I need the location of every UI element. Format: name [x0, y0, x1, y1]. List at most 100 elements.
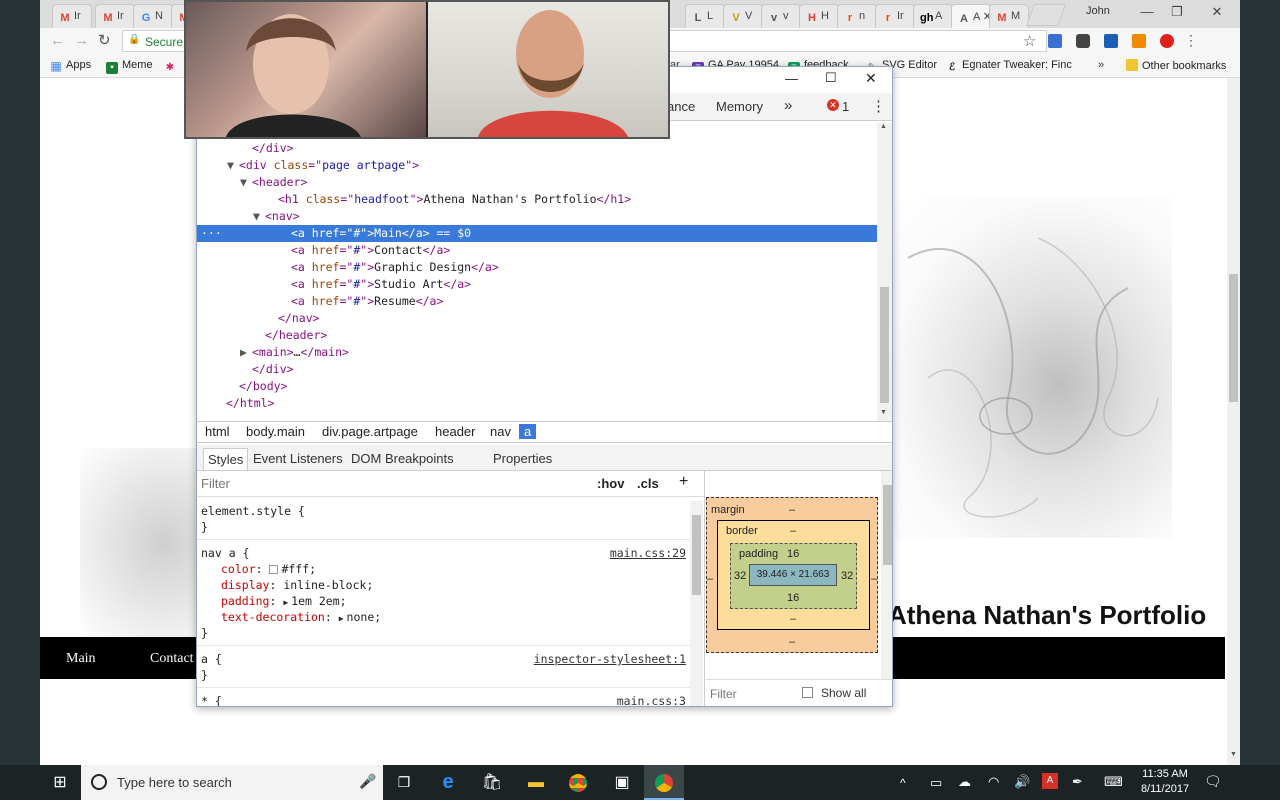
- scrollbar-thumb[interactable]: [1229, 274, 1238, 402]
- rule-selector[interactable]: a {: [201, 651, 222, 667]
- computed-filter-input[interactable]: [710, 687, 790, 701]
- devtools-menu-icon[interactable]: ⋮: [871, 97, 886, 115]
- dom-node[interactable]: ▶ <main>…</main>: [197, 344, 877, 361]
- padding-right-value[interactable]: 32: [841, 570, 853, 582]
- pocket-icon[interactable]: [1076, 34, 1090, 48]
- dom-node[interactable]: <a href="#">Studio Art</a>: [197, 276, 877, 293]
- border-bottom-value[interactable]: –: [790, 613, 796, 625]
- video-call-overlay[interactable]: [184, 0, 670, 139]
- box-padding[interactable]: padding 16 32 32 16 39.446 × 21.663: [730, 543, 857, 609]
- margin-top-value[interactable]: –: [789, 504, 795, 516]
- notifications-icon[interactable]: 🗨: [1204, 773, 1222, 790]
- analytics-icon[interactable]: [1132, 34, 1146, 48]
- tab-8[interactable]: rn: [837, 4, 877, 28]
- error-icon[interactable]: ✕: [827, 99, 839, 111]
- node-actions-icon[interactable]: ···: [201, 225, 222, 242]
- rule-selector[interactable]: * {: [201, 693, 222, 706]
- page-scrollbar[interactable]: ▼: [1227, 78, 1240, 765]
- dom-node[interactable]: </header>: [197, 327, 877, 344]
- minimize-icon[interactable]: —: [785, 71, 798, 86]
- dom-node[interactable]: ▼ <div class="page artpage">: [197, 157, 877, 174]
- error-count[interactable]: 1: [842, 99, 849, 114]
- dom-node[interactable]: </html>: [197, 395, 877, 412]
- forward-icon[interactable]: →: [74, 32, 89, 49]
- style-property[interactable]: color: #fff;: [221, 561, 316, 577]
- tab-2[interactable]: GN: [133, 4, 173, 28]
- taskbar-search[interactable]: Type here to search 🎤: [81, 765, 383, 800]
- restore-icon[interactable]: ❐: [1162, 4, 1192, 20]
- dom-node-selected[interactable]: ··· <a href="#">Main</a> == $0: [197, 225, 877, 242]
- scrollbar-thumb[interactable]: [883, 485, 892, 565]
- expand-toggle-icon[interactable]: ▼: [253, 208, 265, 225]
- task-view-icon[interactable]: ❐: [384, 765, 424, 800]
- dom-node[interactable]: <a href="#">Contact</a>: [197, 242, 877, 259]
- dom-node[interactable]: ▼ <header>: [197, 174, 877, 191]
- elements-scrollbar[interactable]: ▲ ▼: [877, 123, 892, 421]
- styles-scrollbar[interactable]: [690, 501, 703, 706]
- pen-icon[interactable]: ✒: [1072, 774, 1083, 790]
- expand-shorthand-icon[interactable]: ▶: [283, 598, 288, 607]
- opera-icon[interactable]: [1160, 34, 1174, 48]
- dom-node[interactable]: </div>: [197, 361, 877, 378]
- scroll-down-icon[interactable]: ▼: [880, 409, 887, 416]
- tab-properties[interactable]: Properties: [493, 451, 552, 466]
- tab-event-listeners[interactable]: Event Listeners: [253, 451, 343, 466]
- property-value[interactable]: inline-block;: [283, 578, 373, 592]
- hov-toggle[interactable]: :hov: [597, 476, 624, 491]
- dom-node[interactable]: <a href="#">Resume</a>: [197, 293, 877, 310]
- edge-icon[interactable]: e: [428, 765, 468, 800]
- tab-12[interactable]: MM: [989, 4, 1029, 28]
- dom-node[interactable]: ▼ <nav>: [197, 208, 877, 225]
- maximize-icon[interactable]: ☐: [825, 70, 837, 86]
- property-value[interactable]: 1em 2em;: [291, 594, 346, 608]
- padding-left-value[interactable]: 32: [734, 570, 746, 582]
- scrollbar-thumb[interactable]: [692, 515, 701, 595]
- property-value[interactable]: #fff;: [281, 562, 316, 576]
- padding-bottom-value[interactable]: 16: [787, 592, 799, 604]
- participant-video-1[interactable]: [186, 2, 426, 137]
- box-border[interactable]: border – – padding 16 32 32 16 39.446 × …: [717, 520, 870, 630]
- property-name[interactable]: text-decoration: [221, 610, 325, 624]
- close-window-icon[interactable]: ✕: [1202, 4, 1232, 20]
- wifi-icon[interactable]: ◠: [988, 774, 999, 790]
- participant-video-2[interactable]: [428, 2, 668, 137]
- crumb-nav[interactable]: nav: [487, 424, 514, 439]
- dom-node[interactable]: </nav>: [197, 310, 877, 327]
- margin-left-value[interactable]: –: [707, 573, 713, 585]
- bookmark-other[interactable]: Other bookmarks: [1126, 59, 1226, 72]
- tab-9[interactable]: r Ir: [875, 4, 915, 28]
- vpn-icon[interactable]: [1104, 34, 1118, 48]
- battery-icon[interactable]: ▭: [930, 775, 942, 791]
- property-name[interactable]: color: [221, 562, 256, 576]
- crumb-body[interactable]: body.main: [243, 424, 308, 439]
- tab-5[interactable]: VV: [723, 4, 763, 28]
- crumb-a[interactable]: a: [519, 424, 537, 439]
- border-top-value[interactable]: –: [790, 525, 796, 537]
- app-icon[interactable]: ▣: [602, 765, 642, 800]
- box-margin[interactable]: margin – – – – border – – padding 16 32 …: [706, 497, 878, 653]
- expand-toggle-icon[interactable]: ▶: [240, 344, 252, 361]
- dom-node[interactable]: <a href="#">Graphic Design</a>: [197, 259, 877, 276]
- box-model-scrollbar[interactable]: [881, 471, 892, 679]
- property-name[interactable]: display: [221, 578, 269, 592]
- tab-styles[interactable]: Styles: [203, 448, 249, 471]
- store-icon[interactable]: 🛍: [472, 765, 512, 800]
- reload-icon[interactable]: ↻: [98, 31, 111, 49]
- bookmark-meme[interactable]: ▪ Meme: [106, 59, 153, 74]
- extension-icon[interactable]: [1048, 34, 1062, 48]
- bookmark-slack[interactable]: ✱: [164, 59, 180, 74]
- rule-selector[interactable]: element.style {: [201, 503, 305, 519]
- close-icon[interactable]: ✕: [865, 70, 877, 87]
- minimize-icon[interactable]: —: [1132, 4, 1162, 19]
- bookmark-star-icon[interactable]: ☆: [1023, 32, 1036, 50]
- new-tab-button[interactable]: [1025, 4, 1067, 26]
- chrome-taskbar-icon[interactable]: [558, 765, 598, 800]
- microphone-icon[interactable]: 🎤: [359, 773, 376, 790]
- color-swatch-icon[interactable]: [269, 565, 279, 574]
- style-property[interactable]: display: inline-block;: [221, 577, 373, 593]
- cls-toggle[interactable]: .cls: [637, 476, 659, 491]
- chrome-active-taskbar-icon[interactable]: [644, 765, 684, 800]
- menu-icon[interactable]: ⋮: [1184, 32, 1198, 49]
- profile-name[interactable]: John: [1086, 5, 1110, 17]
- scrollbar-thumb[interactable]: [880, 287, 889, 403]
